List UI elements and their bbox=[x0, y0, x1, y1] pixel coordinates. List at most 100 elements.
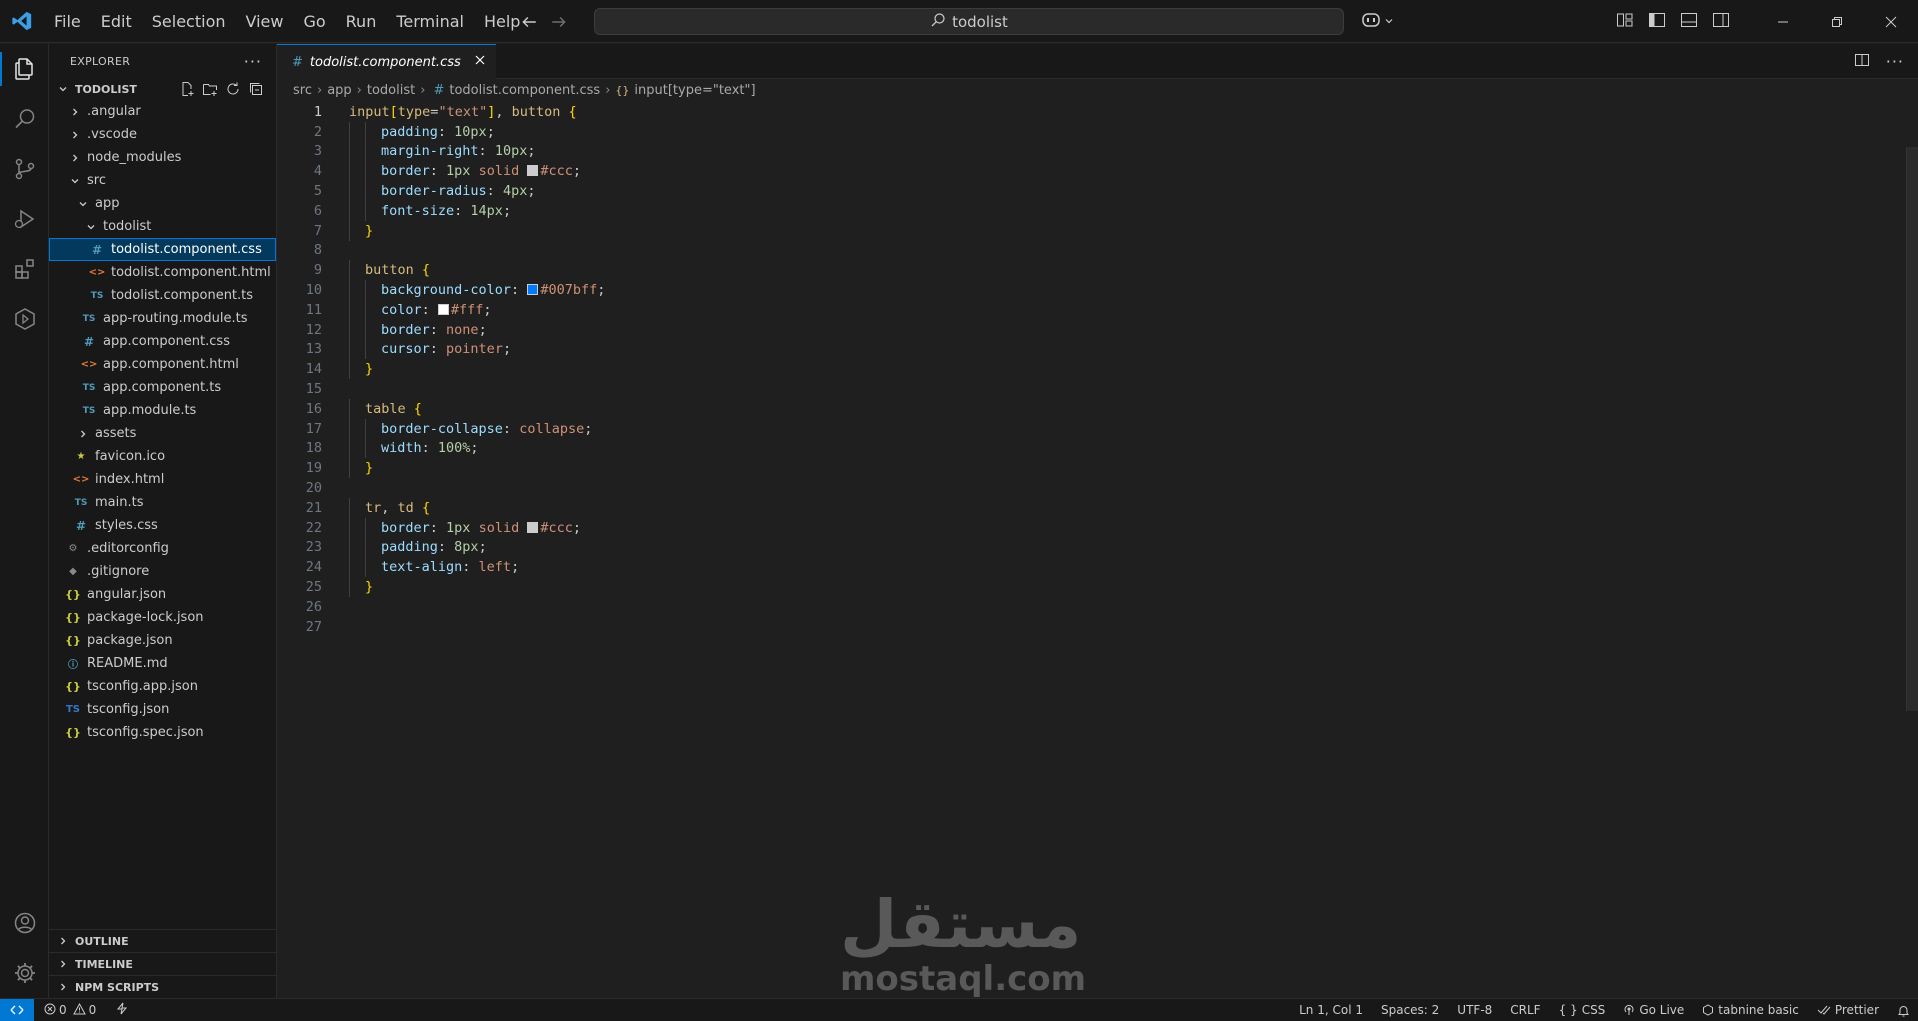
customize-layout-icon[interactable] bbox=[1616, 12, 1634, 32]
tree-folder[interactable]: .vscode bbox=[49, 123, 276, 146]
menu-view[interactable]: View bbox=[236, 0, 294, 43]
tree-file[interactable]: ⚙ .editorconfig bbox=[49, 537, 276, 560]
collapse-all-icon[interactable] bbox=[248, 81, 264, 100]
tree-folder[interactable]: .angular bbox=[49, 100, 276, 123]
errors-status[interactable]: 0 0 bbox=[44, 1002, 96, 1018]
section-timeline[interactable]: TIMELINE bbox=[49, 952, 277, 975]
tree-item-label: app.module.ts bbox=[103, 403, 197, 418]
tab-todolist-component-css[interactable]: # todolist.component.css bbox=[277, 44, 496, 79]
tree-file[interactable]: <> app.component.html bbox=[49, 353, 276, 376]
toggle-primary-sidebar-icon[interactable] bbox=[1648, 12, 1666, 32]
go-live-button[interactable]: Go Live bbox=[1623, 1003, 1684, 1017]
chevron-down-icon bbox=[55, 81, 71, 97]
prettier-status[interactable]: Prettier bbox=[1817, 1003, 1879, 1017]
command-center-search[interactable]: todolist bbox=[594, 8, 1344, 35]
tree-folder[interactable]: todolist bbox=[49, 215, 276, 238]
encoding[interactable]: UTF-8 bbox=[1457, 1003, 1492, 1017]
tree-file[interactable]: ⓘ README.md bbox=[49, 652, 276, 675]
source-control-icon[interactable] bbox=[0, 144, 49, 194]
tree-file[interactable]: TS todolist.component.ts bbox=[49, 284, 276, 307]
chevron-right-icon bbox=[75, 426, 91, 442]
language-mode[interactable]: { } CSS bbox=[1559, 1003, 1606, 1017]
menu-edit[interactable]: Edit bbox=[91, 0, 142, 43]
indent-guide bbox=[349, 438, 350, 459]
tree-file[interactable]: # app.component.css bbox=[49, 330, 276, 353]
accounts-icon[interactable] bbox=[0, 898, 49, 948]
tree-file[interactable]: # styles.css bbox=[49, 514, 276, 537]
lightning-icon[interactable] bbox=[116, 1002, 128, 1018]
search-icon[interactable] bbox=[0, 94, 49, 144]
section-npm-scripts[interactable]: NPM SCRIPTS bbox=[49, 975, 277, 998]
tree-file[interactable]: {} tsconfig.spec.json bbox=[49, 721, 276, 744]
tree-file[interactable]: {} package.json bbox=[49, 629, 276, 652]
tree-item-label: app.component.ts bbox=[103, 380, 222, 395]
new-file-icon[interactable] bbox=[179, 81, 195, 100]
tree-folder[interactable]: src bbox=[49, 169, 276, 192]
tree-file[interactable]: TS app.module.ts bbox=[49, 399, 276, 422]
code-editor[interactable]: 1 input[type="text"], button {2 padding: 1… bbox=[277, 102, 1918, 972]
code-text: color: #fff; bbox=[381, 301, 492, 318]
indent-guide bbox=[365, 557, 366, 578]
copilot-menu[interactable] bbox=[1360, 9, 1394, 35]
tree-file[interactable]: ◆ .gitignore bbox=[49, 560, 276, 583]
close-tab-icon[interactable] bbox=[474, 54, 486, 70]
menu-file[interactable]: File bbox=[44, 0, 91, 43]
tree-file[interactable]: {} tsconfig.app.json bbox=[49, 675, 276, 698]
editor-scrollbar[interactable] bbox=[1906, 147, 1918, 711]
tree-file[interactable]: <> todolist.component.html bbox=[49, 261, 276, 284]
double-check-icon bbox=[1817, 1004, 1831, 1016]
breadcrumb-app[interactable]: app bbox=[327, 83, 351, 98]
tree-file[interactable]: <> index.html bbox=[49, 468, 276, 491]
line-ending[interactable]: CRLF bbox=[1510, 1003, 1540, 1017]
more-actions-icon[interactable]: ··· bbox=[1886, 52, 1904, 71]
tree-file[interactable]: TS main.ts bbox=[49, 491, 276, 514]
tree-folder[interactable]: app bbox=[49, 192, 276, 215]
forward-arrow-icon[interactable] bbox=[550, 13, 568, 31]
tree-file[interactable]: ★ favicon.ico bbox=[49, 445, 276, 468]
menu-run[interactable]: Run bbox=[336, 0, 387, 43]
breadcrumb-file[interactable]: todolist.component.css bbox=[449, 83, 600, 98]
toggle-panel-icon[interactable] bbox=[1680, 12, 1698, 32]
tree-file[interactable]: {} angular.json bbox=[49, 583, 276, 606]
minimize-icon[interactable] bbox=[1756, 0, 1810, 43]
explorer-icon[interactable] bbox=[0, 44, 49, 94]
indentation[interactable]: Spaces: 2 bbox=[1381, 1003, 1439, 1017]
back-arrow-icon[interactable] bbox=[520, 13, 538, 31]
html-file-icon: <> bbox=[88, 267, 106, 278]
breadcrumb-symbol[interactable]: input[type="text"] bbox=[634, 83, 755, 98]
cursor-position[interactable]: Ln 1, Col 1 bbox=[1299, 1003, 1363, 1017]
restore-icon[interactable] bbox=[1810, 0, 1864, 43]
menu-go[interactable]: Go bbox=[293, 0, 335, 43]
tree-file[interactable]: TS app-routing.module.ts bbox=[49, 307, 276, 330]
tree-folder[interactable]: assets bbox=[49, 422, 276, 445]
line-number: 2 bbox=[313, 123, 322, 140]
extensions-icon[interactable] bbox=[0, 244, 49, 294]
refresh-icon[interactable] bbox=[225, 81, 241, 100]
remote-explorer-icon[interactable] bbox=[0, 294, 49, 344]
toggle-secondary-sidebar-icon[interactable] bbox=[1712, 12, 1730, 32]
tree-file[interactable]: TS tsconfig.json bbox=[49, 698, 276, 721]
split-editor-icon[interactable] bbox=[1854, 52, 1870, 72]
tree-file[interactable]: TS app.component.ts bbox=[49, 376, 276, 399]
more-actions-icon[interactable]: ··· bbox=[244, 52, 262, 71]
breadcrumb-src[interactable]: src bbox=[293, 83, 312, 98]
remote-indicator-icon[interactable] bbox=[0, 999, 34, 1021]
menu-selection[interactable]: Selection bbox=[142, 0, 236, 43]
section-outline[interactable]: OUTLINE bbox=[49, 929, 277, 952]
menu-terminal[interactable]: Terminal bbox=[386, 0, 474, 43]
tree-file[interactable]: {} package-lock.json bbox=[49, 606, 276, 629]
close-window-icon[interactable] bbox=[1864, 0, 1918, 43]
workspace-root[interactable]: TODOLIST bbox=[49, 78, 276, 100]
notifications-bell-icon[interactable] bbox=[1897, 1004, 1910, 1017]
code-line: 4 border: 1px solid #ccc; bbox=[277, 161, 1918, 182]
tree-file[interactable]: # todolist.component.css bbox=[49, 238, 276, 261]
tree-folder[interactable]: node_modules bbox=[49, 146, 276, 169]
new-folder-icon[interactable] bbox=[202, 81, 218, 100]
json-file-icon: {} bbox=[65, 611, 81, 624]
line-number: 4 bbox=[313, 163, 322, 180]
settings-gear-icon[interactable] bbox=[0, 948, 49, 998]
tabnine-status[interactable]: tabnine basic bbox=[1702, 1003, 1799, 1017]
run-debug-icon[interactable] bbox=[0, 194, 49, 244]
breadcrumb-todolist[interactable]: todolist bbox=[367, 83, 415, 98]
chevron-right-icon bbox=[55, 956, 71, 972]
